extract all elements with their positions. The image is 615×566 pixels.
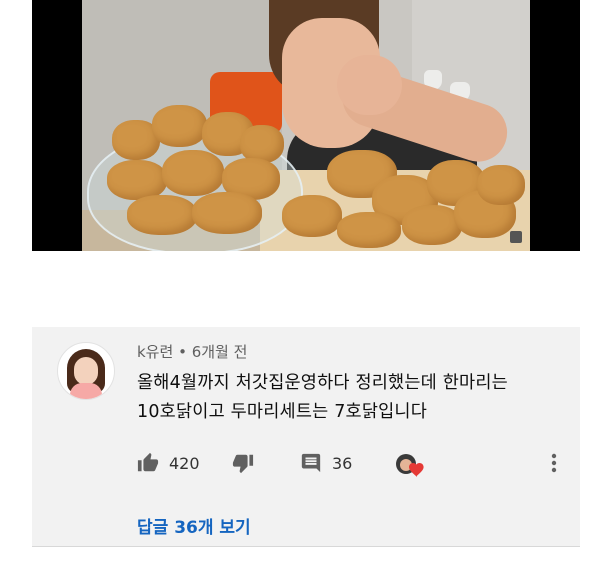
meta-separator: • — [173, 343, 192, 361]
more-vertical-icon — [551, 453, 557, 473]
comment-icon — [301, 453, 321, 473]
comment-meta: k유련 • 6개월 전 — [137, 341, 247, 362]
fried-chicken-piece — [192, 192, 262, 234]
person-hand — [337, 55, 402, 115]
fried-chicken-piece — [127, 195, 197, 235]
dislike-button[interactable] — [232, 452, 254, 474]
like-count: 420 — [169, 453, 200, 473]
reply-button[interactable]: 36 — [300, 452, 352, 474]
reply-count: 36 — [332, 453, 353, 473]
view-replies-link[interactable]: 답글 36개 보기 — [137, 513, 251, 538]
thumb-up-icon — [137, 452, 159, 472]
fried-chicken-piece — [477, 165, 525, 205]
comment-card: k유련 • 6개월 전 올해4월까지 처갓집운영하다 정리했는데 한마리는 10… — [32, 327, 580, 547]
comment-time: 6개월 전 — [191, 343, 248, 361]
thumb-down-icon — [232, 454, 254, 474]
fried-chicken-piece — [152, 105, 207, 147]
like-button[interactable]: 420 — [137, 452, 200, 474]
comment-text: 올해4월까지 처갓집운영하다 정리했는데 한마리는 10호닭이고 두마리세트는 … — [137, 369, 567, 427]
video-corner-icon — [510, 231, 522, 243]
fried-chicken-piece — [337, 212, 401, 248]
creator-heart-icon — [396, 454, 424, 477]
fried-chicken-piece — [402, 205, 462, 245]
fried-chicken-piece — [282, 195, 342, 237]
comment-author[interactable]: k유련 — [137, 343, 173, 361]
video-frame — [82, 0, 530, 251]
creator-heart — [395, 452, 425, 478]
comment-text-line: 10호닭이고 두마리세트는 7호닭입니다 — [137, 402, 428, 422]
more-options-button[interactable] — [547, 452, 561, 474]
comment-actions: 420 36 — [137, 452, 567, 478]
fried-chicken-piece — [162, 150, 224, 196]
fried-chicken-piece — [107, 160, 167, 200]
comment-text-line: 올해4월까지 처갓집운영하다 정리했는데 한마리는 — [137, 373, 508, 393]
video-player[interactable] — [32, 0, 580, 251]
avatar[interactable] — [57, 342, 115, 400]
